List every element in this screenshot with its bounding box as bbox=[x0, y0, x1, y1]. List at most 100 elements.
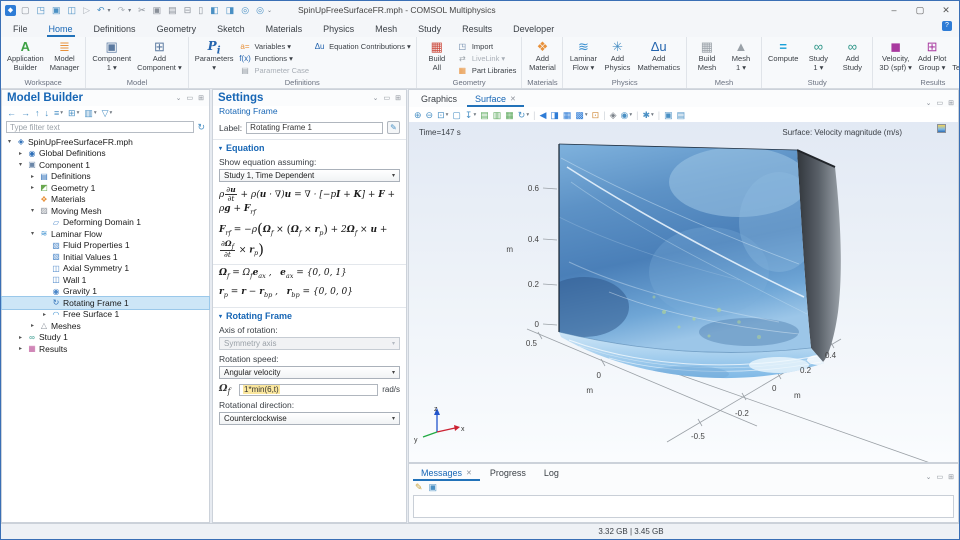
save-icon[interactable]: ▣ bbox=[52, 5, 61, 15]
functions-button[interactable]: f(x) Functions ▾ bbox=[238, 52, 309, 64]
tree-item-study-1[interactable]: ▸∞Study 1 bbox=[2, 332, 209, 344]
panel-collapse-icon[interactable]: ⌄ bbox=[176, 94, 182, 102]
tab-file[interactable]: File bbox=[11, 22, 30, 37]
print-icon[interactable]: ▤ bbox=[677, 110, 686, 120]
plot-area[interactable]: Time=147 s Surface: Velocity magnitude (… bbox=[409, 122, 958, 462]
tab-physics[interactable]: Physics bbox=[321, 22, 356, 37]
back-icon[interactable]: ← bbox=[7, 108, 16, 118]
tab-definitions[interactable]: Definitions bbox=[92, 22, 138, 37]
snapshot-icon[interactable]: ▣ bbox=[664, 110, 673, 120]
maximize-button[interactable]: ▢ bbox=[907, 5, 933, 16]
zoom-out-icon[interactable]: ⊖ bbox=[426, 110, 434, 120]
delete-icon[interactable]: ▯ bbox=[198, 5, 203, 15]
equation-contributions-button[interactable]: Δu Equation Contributions ▾ bbox=[313, 40, 411, 52]
add-component-button[interactable]: ⊞ AddComponent ▾ bbox=[134, 38, 185, 73]
part-libraries-button[interactable]: ▦ Part Libraries bbox=[456, 64, 517, 76]
section-rotating-frame[interactable]: ▾ Rotating Frame bbox=[213, 308, 406, 323]
node-label-button[interactable]: ▥▾ bbox=[84, 108, 96, 119]
tree-item-moving-mesh[interactable]: ▾▨Moving Mesh bbox=[2, 205, 209, 217]
clear-messages-icon[interactable]: ✎ bbox=[415, 482, 423, 493]
panel-pin-icon[interactable]: ⊞ bbox=[198, 94, 204, 102]
gear-icon[interactable]: ✱ bbox=[642, 110, 650, 120]
model-manager-button[interactable]: ≣ ModelManager bbox=[47, 38, 83, 73]
close-icon[interactable]: ✕ bbox=[466, 469, 472, 477]
environment-icon[interactable]: ◉ bbox=[620, 110, 628, 120]
tab-surface[interactable]: Surface✕ bbox=[467, 92, 524, 107]
tab-mesh[interactable]: Mesh bbox=[373, 22, 399, 37]
cut-icon[interactable]: ✂ bbox=[138, 5, 146, 15]
tree-item-component-1[interactable]: ▾▣Component 1 bbox=[2, 159, 209, 171]
tab-results[interactable]: Results bbox=[460, 22, 494, 37]
color-theme-icon[interactable]: ▩ bbox=[575, 110, 584, 120]
open-icon[interactable]: ◳ bbox=[37, 5, 46, 15]
undo-icon[interactable]: ↶ bbox=[97, 5, 105, 15]
tab-messages[interactable]: Messages✕ bbox=[413, 466, 480, 481]
rename-icon[interactable]: ✎ bbox=[387, 121, 400, 134]
panel-pin-icon[interactable]: ⊞ bbox=[948, 99, 954, 107]
update-plot-icon[interactable]: ↻ bbox=[518, 110, 526, 120]
mesh-1-button[interactable]: ▲ Mesh1 ▾ bbox=[724, 38, 758, 73]
panel-collapse-icon[interactable]: ⌄ bbox=[926, 473, 932, 481]
duplicate-icon[interactable]: ⊟ bbox=[184, 5, 192, 15]
tab-study[interactable]: Study bbox=[416, 22, 443, 37]
tree-item-global-definitions[interactable]: ▸◉Global Definitions bbox=[2, 148, 209, 160]
tree-item-deforming-domain-1[interactable]: ▱Deforming Domain 1 bbox=[2, 217, 209, 229]
go-to-default-view-icon[interactable]: ↧ bbox=[465, 110, 473, 120]
view-zx-icon[interactable]: ▦ bbox=[505, 110, 514, 120]
build-all-button[interactable]: ▦ BuildAll bbox=[420, 38, 454, 73]
compute-button[interactable]: = Compute bbox=[765, 38, 801, 65]
tree-item-meshes[interactable]: ▸△Meshes bbox=[2, 320, 209, 332]
messages-content[interactable] bbox=[413, 495, 954, 518]
panel-float-icon[interactable]: ▭ bbox=[937, 99, 944, 107]
select-window-icon[interactable]: ◧ bbox=[210, 5, 219, 15]
tree-item-laminar-flow[interactable]: ▾≋Laminar Flow bbox=[2, 228, 209, 240]
panel-collapse-icon[interactable]: ⌄ bbox=[926, 99, 932, 107]
tree-item-root[interactable]: ▾◈SpinUpFreeSurfaceFR.mph bbox=[2, 136, 209, 148]
panel-pin-icon[interactable]: ⊞ bbox=[395, 94, 401, 102]
tab-geometry[interactable]: Geometry bbox=[155, 22, 199, 37]
move-up-icon[interactable]: ↑ bbox=[35, 108, 40, 118]
tree-item-free-surface-1[interactable]: ▸◠Free Surface 1 bbox=[2, 309, 209, 321]
tree-item-definitions[interactable]: ▸▤Definitions bbox=[2, 171, 209, 183]
angular-velocity-input[interactable]: 1*min(6,t) bbox=[239, 384, 378, 396]
build-mesh-button[interactable]: ▦ BuildMesh bbox=[690, 38, 724, 73]
view-yz-icon[interactable]: ▥ bbox=[493, 110, 502, 120]
panel-pin-icon[interactable]: ⊞ bbox=[948, 473, 954, 481]
panel-collapse-icon[interactable]: ⌄ bbox=[373, 94, 379, 102]
tab-graphics-window[interactable]: Graphics bbox=[413, 92, 465, 107]
label-field[interactable]: Rotating Frame 1 bbox=[246, 122, 383, 134]
scene-3d[interactable]: 0.6 0.4 0.2 0 m 0.5 0 m 0.4 0.2 0 m -0.2… bbox=[409, 122, 958, 462]
add-physics-button[interactable]: ✳ AddPhysics bbox=[600, 38, 634, 73]
add-plot-group-button[interactable]: ⊞ Add PlotGroup ▾ bbox=[915, 38, 949, 73]
tree-item-rotating-frame-1[interactable]: ↻Rotating Frame 1 bbox=[2, 297, 209, 309]
copy-messages-icon[interactable]: ▣ bbox=[429, 482, 438, 493]
help-icon[interactable]: ? bbox=[942, 21, 952, 31]
tree-item-gravity-1[interactable]: ◉Gravity 1 bbox=[2, 286, 209, 298]
zoom-extents-icon[interactable]: ▢ bbox=[452, 110, 461, 120]
study-assumption-select[interactable]: Study 1, Time Dependent▾ bbox=[219, 169, 400, 182]
velocity-3d-button[interactable]: ◼ Velocity,3D (spf) ▾ bbox=[876, 38, 915, 73]
tree-item-fluid-properties-1[interactable]: ▧Fluid Properties 1 bbox=[2, 240, 209, 252]
tree-item-wall-1[interactable]: ◫Wall 1 bbox=[2, 274, 209, 286]
zoom-in-icon[interactable]: ⊕ bbox=[414, 110, 422, 120]
zoom-box-tool-icon[interactable]: ◎ bbox=[256, 5, 264, 15]
tab-log[interactable]: Log bbox=[536, 466, 567, 481]
rotation-speed-select[interactable]: Angular velocity▾ bbox=[219, 366, 400, 379]
close-icon[interactable]: ✕ bbox=[510, 95, 516, 103]
filter-input[interactable] bbox=[6, 121, 194, 133]
parameters-button[interactable]: Pi Parameters▾ bbox=[192, 38, 237, 73]
tab-progress[interactable]: Progress bbox=[482, 466, 534, 481]
zoom-tool-icon[interactable]: ◎ bbox=[241, 5, 249, 15]
panel-float-icon[interactable]: ▭ bbox=[187, 94, 194, 102]
tab-materials[interactable]: Materials bbox=[264, 22, 305, 37]
zoom-box-icon[interactable]: ⊡ bbox=[437, 110, 445, 120]
filter-button[interactable]: ▽▾ bbox=[102, 108, 113, 119]
image-settings-icon[interactable]: ⊡ bbox=[592, 110, 600, 120]
panel-float-icon[interactable]: ▭ bbox=[384, 94, 391, 102]
collapse-all-button[interactable]: ≡▾ bbox=[54, 108, 63, 118]
add-study-button[interactable]: ∞ AddStudy bbox=[835, 38, 869, 73]
panel-float-icon[interactable]: ▭ bbox=[937, 473, 944, 481]
rotational-direction-select[interactable]: Counterclockwise▾ bbox=[219, 412, 400, 425]
minimize-button[interactable]: – bbox=[881, 5, 907, 15]
component-1-button[interactable]: ▣ Component1 ▾ bbox=[89, 38, 134, 73]
